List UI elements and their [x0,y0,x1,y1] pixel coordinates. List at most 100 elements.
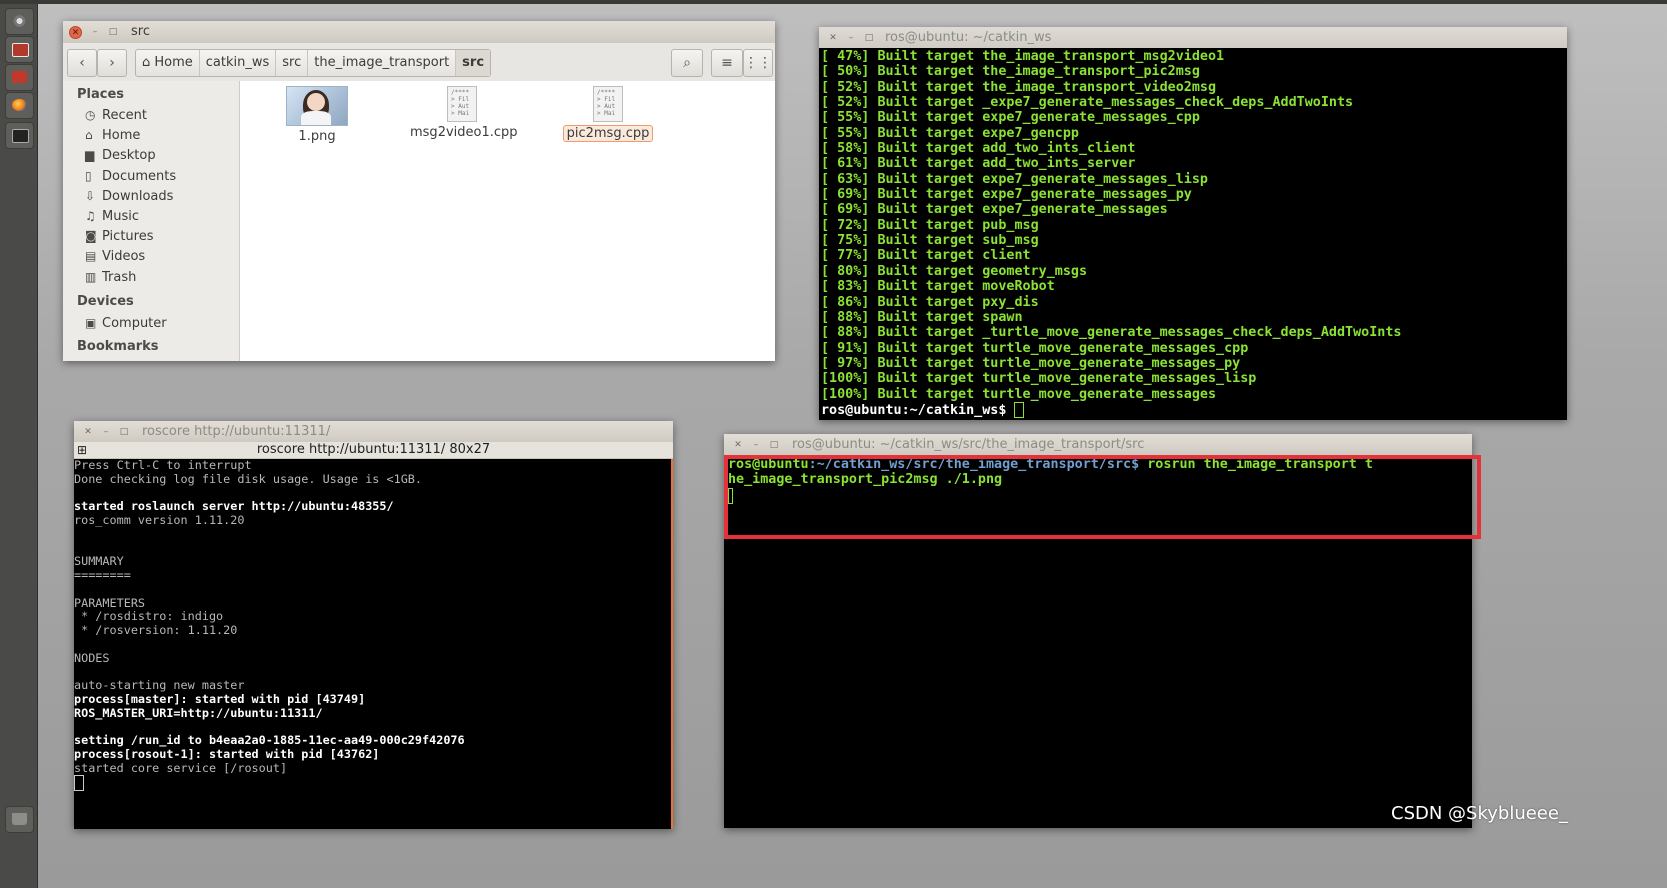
clock-icon: ◷ [85,108,96,122]
breadcrumb-home[interactable]: ⌂ Home [136,50,200,76]
minimize-icon[interactable]: – [750,439,762,451]
terminal-line: [ 75%] Built target sub_msg [821,233,1039,249]
breadcrumb-src-current[interactable]: src [456,50,491,76]
close-icon[interactable]: ✕ [732,439,744,451]
close-icon[interactable]: ✕ [69,26,82,39]
drive-icon: ▣ [85,316,97,330]
back-button[interactable]: ‹ [67,49,97,77]
search-button[interactable]: ⌕ [671,49,703,77]
terminal-icon[interactable] [5,122,34,149]
terminal-line: ​ [74,638,671,652]
minimize-icon[interactable]: – [100,426,112,438]
grid-view-button[interactable]: ⋮⋮ [743,49,773,77]
trash-icon[interactable] [5,806,34,833]
sidebar-item-home[interactable]: ⌂ Home [85,128,140,143]
sidebar-item-documents[interactable]: ▯ Documents [85,169,176,184]
terminal-line: Press Ctrl-C to interrupt [74,459,252,472]
document-icon: ▯ [85,168,92,183]
terminal-line: setting /run_id to b4eaa2a0-1885-11ec-aa… [74,733,465,747]
terminal-line: [100%] Built target turtle_move_generate… [821,371,1257,387]
terminal-subtitle-bar: ⊞ roscore http://ubuntu:11311/ 80x27 [74,442,673,459]
list-icon: ≡ [721,55,733,71]
terminal-line: PARAMETERS [74,595,146,610]
dash-icon[interactable] [5,8,34,35]
minimize-icon[interactable]: – [845,32,857,44]
image-thumbnail [286,86,348,126]
terminal-line: [ 52%] Built target _expe7_generate_mess… [821,95,1354,111]
sidebar-item-downloads[interactable]: ⇩ Downloads [85,189,173,204]
breadcrumb: ⌂ Home catkin_ws src the_image_transport… [135,49,492,77]
top-panel [0,0,1667,4]
split-icon[interactable]: ⊞ [77,442,87,458]
terminal-line: [ 86%] Built target pxy_dis [821,294,1039,310]
terminal-titlebar: ✕ – □ ros@ubuntu: ~/catkin_ws [819,27,1567,48]
firefox-icon[interactable] [5,92,34,119]
terminal-line: [ 72%] Built target pub_msg [821,217,1039,233]
cursor [74,775,84,792]
folder-icon: ▆ [85,148,95,163]
terminal-line: process[rosout-1]: started with pid [437… [74,746,380,761]
terminal-line: SUMMARY [74,554,124,569]
terminal-line: [ 83%] Built target moveRobot [821,279,1055,295]
launcher [0,4,38,888]
maximize-icon[interactable]: □ [107,26,119,38]
breadcrumb-the-image-transport[interactable]: the_image_transport [308,50,457,76]
terminal-prompt [74,775,671,792]
bookmarks-header: Bookmarks [77,339,159,354]
terminal-line: [ 88%] Built target spawn [821,309,1023,325]
cursor [1014,401,1025,418]
files-icon[interactable] [5,36,34,63]
terminal-line: [ 69%] Built target expe7_generate_messa… [821,187,1192,203]
forward-button[interactable]: › [97,49,127,77]
sidebar-item-videos[interactable]: ▤ Videos [85,249,145,264]
terminal-output[interactable]: [ 47%] Built target the_image_transport_… [821,49,1565,420]
terminal-line: * /rosversion: 1.11.20 [74,623,238,637]
terminal-line: ​ [74,665,671,679]
terminal-line: [ 69%] Built target expe7_generate_messa… [821,202,1168,218]
breadcrumb-catkin-ws[interactable]: catkin_ws [200,50,277,76]
file-item-selected[interactable]: /**** > Fil > Aut > Mai pic2msg.cpp [560,86,656,142]
camera-icon: ◙ [85,229,97,244]
file-item[interactable]: 1.png [281,86,353,144]
terminal-output[interactable]: Press Ctrl-C to interrupt Done checking l… [74,459,673,829]
minimize-icon[interactable]: – [89,26,101,38]
sidebar-item-trash[interactable]: ▥ Trash [85,270,136,285]
search-icon: ⌕ [683,55,691,71]
terminal-prompt: ros@ubuntu:~/catkin_ws$ [821,401,1565,418]
terminal-line: [ 61%] Built target add_two_ints_server [821,156,1136,172]
terminal-line: ​ [74,528,671,542]
breadcrumb-src[interactable]: src [276,50,309,76]
terminal-line: ​ [74,720,671,734]
terminal-titlebar: ✕ – □ ros@ubuntu: ~/catkin_ws/src/the_im… [724,434,1472,455]
software-icon[interactable] [5,64,34,91]
maximize-icon[interactable]: □ [768,439,780,451]
terminal-line: [ 80%] Built target geometry_msgs [821,263,1088,279]
sidebar-item-computer[interactable]: ▣ Computer [85,316,167,331]
sidebar-item-music[interactable]: ♫ Music [85,209,139,224]
close-icon[interactable]: ✕ [82,426,94,438]
close-icon[interactable]: ✕ [827,32,839,44]
terminal-line: ​ [74,583,671,597]
terminal-line: NODES [74,650,110,665]
maximize-icon[interactable]: □ [863,32,875,44]
places-header: Places [77,87,125,102]
terminal-line: [ 47%] Built target the_image_transport_… [821,49,1225,64]
terminal-line: Done checking log file disk usage. Usage… [74,471,423,486]
terminal-line: process[master]: started with pid [43749… [74,691,366,706]
home-icon: ⌂ [85,128,93,143]
sidebar-item-pictures[interactable]: ◙ Pictures [85,229,153,244]
sidebar-item-recent[interactable]: ◷ Recent [85,108,147,123]
file-manager-body: Places ◷ Recent ⌂ Home ▆ Desktop ▯ Documents ⇩ Do… [63,81,775,361]
window-title: ros@ubuntu: ~/catkin_ws [885,30,1052,45]
devices-header: Devices [77,294,134,309]
trash-icon: ▥ [85,269,97,284]
sidebar-item-desktop[interactable]: ▆ Desktop [85,148,156,163]
list-view-button[interactable]: ≡ [711,49,743,77]
window-title: roscore http://ubuntu:11311/ [142,424,331,439]
download-icon: ⇩ [85,188,96,203]
film-icon: ▤ [85,249,97,264]
maximize-icon[interactable]: □ [118,426,130,438]
terminal-line: [100%] Built target turtle_move_generate… [821,386,1217,402]
terminal-line: * /rosdistro: indigo [74,609,224,624]
file-item[interactable]: /**** > Fil > Aut > Mai msg2video1.cpp [407,86,518,140]
